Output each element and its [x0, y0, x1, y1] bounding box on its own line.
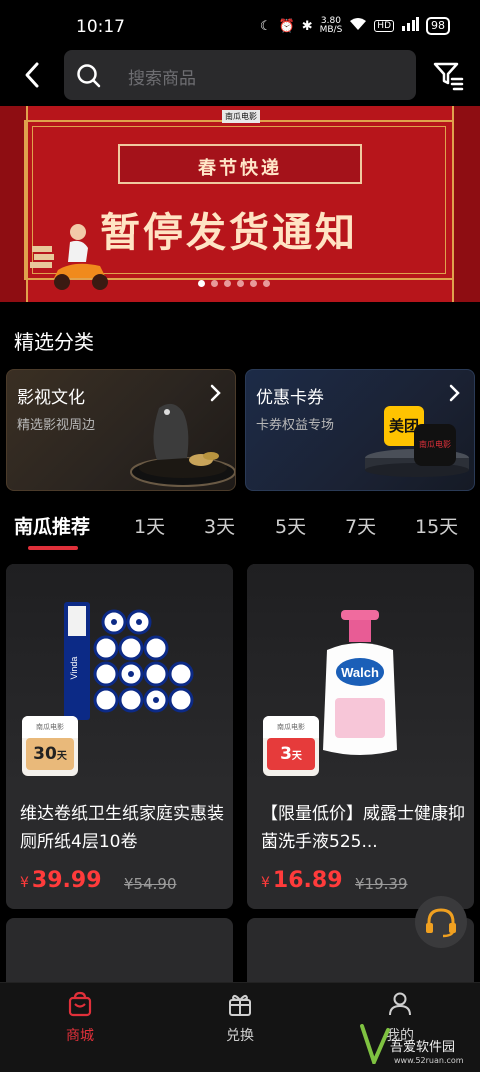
gift-icon: [229, 994, 251, 1016]
product-original-price: ¥19.39: [355, 875, 408, 893]
banner-dot[interactable]: [263, 280, 270, 287]
banner-dot[interactable]: [250, 280, 257, 287]
search-icon: [77, 64, 101, 88]
tab-1-day[interactable]: 1天: [134, 512, 165, 539]
product-image: Vinda 南瓜电影 30天: [6, 564, 233, 789]
nav-exchange[interactable]: 兑换: [200, 991, 280, 1045]
customer-service-button[interactable]: [415, 896, 467, 948]
bluetooth-icon: ✱: [301, 18, 313, 34]
banner-subtitle: 春节快递: [198, 158, 282, 179]
header: 搜索商品: [0, 48, 480, 102]
shopping-bag-icon: [68, 991, 92, 1017]
active-tab-indicator: [28, 546, 78, 550]
product-card[interactable]: Vinda 南瓜电影 30天 维达卷纸卫生纸家庭实惠装厕所纸4层10卷 ¥39.…: [6, 564, 233, 909]
badge-brand: 南瓜电影: [263, 716, 319, 738]
banner-pagination: [198, 280, 270, 287]
banner-title: 暂停发货通知: [100, 209, 358, 256]
tab-recommend[interactable]: 南瓜推荐: [14, 512, 90, 539]
product-price: ¥39.99: [20, 868, 102, 893]
chevron-right-icon: [449, 384, 460, 402]
banner-dot[interactable]: [211, 280, 218, 287]
tab-7-days[interactable]: 7天: [345, 512, 376, 539]
banner-dot[interactable]: [224, 280, 231, 287]
category-name: 优惠卡券: [256, 388, 324, 408]
headset-icon: [426, 908, 456, 938]
chevron-left-icon: [25, 62, 39, 88]
watermark-url: www.52ruan.com: [394, 1056, 464, 1065]
alarm-icon: ⏰: [278, 18, 295, 34]
watermark-text: 吾爱软件园: [390, 1040, 456, 1055]
net-speed: 3.80 MB/S: [319, 16, 343, 35]
watermark-logo-icon: [360, 1024, 390, 1064]
status-time: 10:17: [76, 17, 125, 37]
badge-days: 30天: [26, 738, 74, 770]
watermark: 吾爱软件园 www.52ruan.com: [360, 1010, 480, 1072]
product-brand-text: Walch: [341, 665, 379, 680]
category-card-film-culture[interactable]: 影视文化 精选影视周边: [6, 369, 236, 491]
banner-dot[interactable]: [237, 280, 244, 287]
nav-mall[interactable]: 商城: [40, 991, 120, 1045]
search-input[interactable]: 搜索商品: [64, 50, 416, 100]
badge-days: 3天: [267, 738, 315, 770]
wifi-icon: [349, 17, 367, 35]
back-button[interactable]: [18, 60, 48, 90]
product-brand-text: Vinda: [69, 657, 79, 680]
product-title: 维达卷纸卫生纸家庭实惠装厕所纸4层10卷: [20, 804, 224, 852]
category-sub: 精选影视周边: [17, 418, 96, 433]
badge-brand: 南瓜电影: [22, 716, 78, 738]
product-image: Walch 南瓜电影 3天: [247, 564, 474, 789]
product-card[interactable]: Walch 南瓜电影 3天 【限量低价】威露士健康抑菌洗手液525... ¥16…: [247, 564, 474, 909]
status-icons: ☾ ⏰ ✱ 3.80 MB/S HD 98: [260, 17, 450, 35]
delivery-scooter-icon: [30, 224, 108, 290]
promo-banner[interactable]: 南瓜电影 春节快递 暂停发货通知: [0, 106, 480, 302]
day-filter-tabs: 南瓜推荐 1天 3天 5天 7天 15天: [0, 512, 480, 552]
product-original-price: ¥54.90: [124, 875, 177, 893]
signal-icon: [401, 17, 419, 35]
battery-indicator: 98: [426, 17, 450, 35]
nav-label: 兑换: [226, 1028, 254, 1044]
category-sub: 卡券权益专场: [256, 418, 335, 433]
nav-label: 商城: [66, 1028, 94, 1044]
banner-dot[interactable]: [198, 280, 205, 287]
product-card-partial[interactable]: [6, 918, 233, 988]
tab-3-days[interactable]: 3天: [204, 512, 235, 539]
tab-5-days[interactable]: 5天: [275, 512, 306, 539]
search-placeholder: 搜索商品: [128, 69, 196, 89]
category-name: 影视文化: [17, 388, 85, 408]
product-title: 【限量低价】威露士健康抑菌洗手液525...: [261, 804, 465, 852]
moon-icon: ☾: [259, 18, 272, 34]
tab-15-days[interactable]: 15天: [415, 512, 458, 539]
category-card-coupons[interactable]: 优惠卡券 卡券权益专场 美团 南瓜电影: [245, 369, 475, 491]
toilet-paper-image: Vinda: [64, 602, 194, 720]
filter-button[interactable]: [432, 59, 464, 91]
filter-icon: [433, 62, 464, 91]
banner-logo: 南瓜电影: [222, 110, 260, 123]
section-title: 精选分类: [14, 330, 94, 354]
figurine-image: [130, 403, 235, 487]
rental-days-badge: 南瓜电影 3天: [263, 716, 319, 776]
hand-wash-bottle-image: Walch: [323, 610, 397, 755]
nangua-logo: 南瓜电影: [414, 424, 456, 466]
banner-pillar-right: [452, 106, 480, 302]
status-bar: 10:17 ☾ ⏰ ✱ 3.80 MB/S HD 98: [0, 0, 480, 52]
banner-ribbon: 春节快递: [118, 144, 362, 184]
rental-days-badge: 南瓜电影 30天: [22, 716, 78, 776]
hd-icon: HD: [374, 20, 394, 32]
product-price: ¥16.89: [261, 868, 343, 893]
